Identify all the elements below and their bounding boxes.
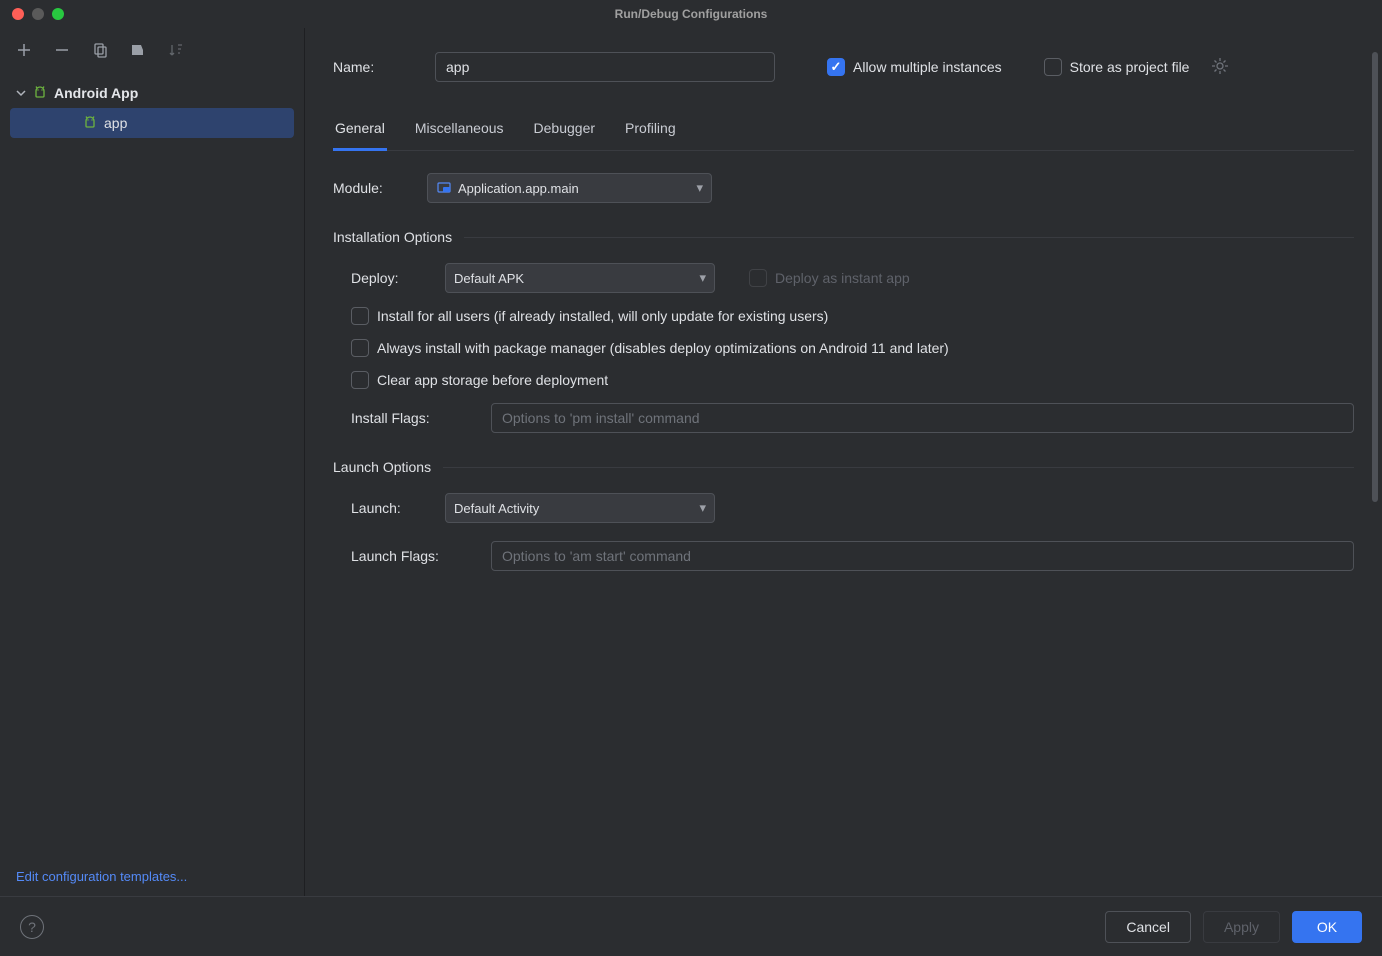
- tabs: General Miscellaneous Debugger Profiling: [333, 114, 1354, 151]
- name-label: Name:: [333, 59, 413, 75]
- tab-profiling[interactable]: Profiling: [623, 114, 678, 151]
- install-all-users-label: Install for all users (if already instal…: [377, 308, 828, 324]
- checkbox-icon: [749, 269, 767, 287]
- traffic-lights: [0, 8, 64, 20]
- install-flags-label: Install Flags:: [351, 410, 477, 426]
- cancel-button[interactable]: Cancel: [1105, 911, 1191, 943]
- checkbox-icon: [351, 339, 369, 357]
- minimize-window-icon: [32, 8, 44, 20]
- footer: ? Cancel Apply OK: [0, 896, 1382, 956]
- tree-parent-label: Android App: [54, 85, 138, 101]
- name-input[interactable]: [435, 52, 775, 82]
- clear-storage-checkbox[interactable]: Clear app storage before deployment: [351, 371, 608, 389]
- launch-section-title: Launch Options: [333, 459, 1354, 475]
- tree-child-app[interactable]: app: [10, 108, 294, 138]
- store-project-checkbox[interactable]: Store as project file: [1044, 58, 1190, 76]
- module-label: Module:: [333, 180, 413, 196]
- launch-flags-input[interactable]: [491, 541, 1354, 571]
- always-pm-label: Always install with package manager (dis…: [377, 340, 949, 356]
- checkbox-icon: [351, 371, 369, 389]
- edit-templates-link[interactable]: Edit configuration templates...: [16, 869, 187, 884]
- tree-parent-android-app[interactable]: Android App: [0, 78, 304, 108]
- launch-dropdown[interactable]: Default Activity ▾: [445, 493, 715, 523]
- maximize-window-icon[interactable]: [52, 8, 64, 20]
- deploy-instant-label: Deploy as instant app: [775, 270, 910, 286]
- install-flags-input[interactable]: [491, 403, 1354, 433]
- chevron-down-icon: [16, 88, 26, 98]
- folder-icon: [436, 179, 452, 198]
- tree-child-label: app: [104, 115, 127, 131]
- titlebar: Run/Debug Configurations: [0, 0, 1382, 28]
- checkbox-icon: [827, 58, 845, 76]
- deploy-value: Default APK: [454, 271, 524, 286]
- android-icon: [82, 115, 98, 131]
- add-config-icon[interactable]: [14, 40, 34, 60]
- tab-miscellaneous[interactable]: Miscellaneous: [413, 114, 506, 151]
- android-icon: [32, 85, 48, 101]
- sidebar: Android App app Edit configuration templ…: [0, 28, 305, 896]
- content-panel: Name: Allow multiple instances Store as …: [305, 28, 1382, 896]
- ok-button[interactable]: OK: [1292, 911, 1362, 943]
- launch-flags-label: Launch Flags:: [351, 548, 477, 564]
- sort-config-icon[interactable]: [166, 40, 186, 60]
- install-section-title: Installation Options: [333, 229, 1354, 245]
- apply-button: Apply: [1203, 911, 1280, 943]
- module-dropdown[interactable]: Application.app.main ▾: [427, 173, 712, 203]
- always-pm-checkbox[interactable]: Always install with package manager (dis…: [351, 339, 949, 357]
- checkbox-icon: [1044, 58, 1062, 76]
- save-config-icon[interactable]: [128, 40, 148, 60]
- sidebar-toolbar: [0, 28, 304, 72]
- scrollbar[interactable]: [1372, 52, 1378, 502]
- chevron-down-icon: ▾: [699, 500, 706, 516]
- clear-storage-label: Clear app storage before deployment: [377, 372, 608, 388]
- config-tree: Android App app: [0, 72, 304, 857]
- gear-icon[interactable]: [1211, 57, 1229, 78]
- sidebar-footer: Edit configuration templates...: [0, 857, 304, 896]
- checkbox-icon: [351, 307, 369, 325]
- window-title: Run/Debug Configurations: [615, 7, 768, 21]
- chevron-down-icon: ▾: [699, 270, 706, 286]
- allow-multiple-label: Allow multiple instances: [853, 59, 1002, 75]
- deploy-label: Deploy:: [351, 270, 431, 286]
- install-all-users-checkbox[interactable]: Install for all users (if already instal…: [351, 307, 828, 325]
- tab-debugger[interactable]: Debugger: [532, 114, 598, 151]
- deploy-dropdown[interactable]: Default APK ▾: [445, 263, 715, 293]
- close-window-icon[interactable]: [12, 8, 24, 20]
- help-icon[interactable]: ?: [20, 915, 44, 939]
- tab-general[interactable]: General: [333, 114, 387, 151]
- remove-config-icon[interactable]: [52, 40, 72, 60]
- module-value: Application.app.main: [458, 181, 579, 196]
- copy-config-icon[interactable]: [90, 40, 110, 60]
- store-project-label: Store as project file: [1070, 59, 1190, 75]
- deploy-instant-checkbox: Deploy as instant app: [749, 269, 910, 287]
- allow-multiple-checkbox[interactable]: Allow multiple instances: [827, 58, 1002, 76]
- launch-label: Launch:: [351, 500, 431, 516]
- launch-value: Default Activity: [454, 501, 539, 516]
- chevron-down-icon: ▾: [696, 180, 703, 196]
